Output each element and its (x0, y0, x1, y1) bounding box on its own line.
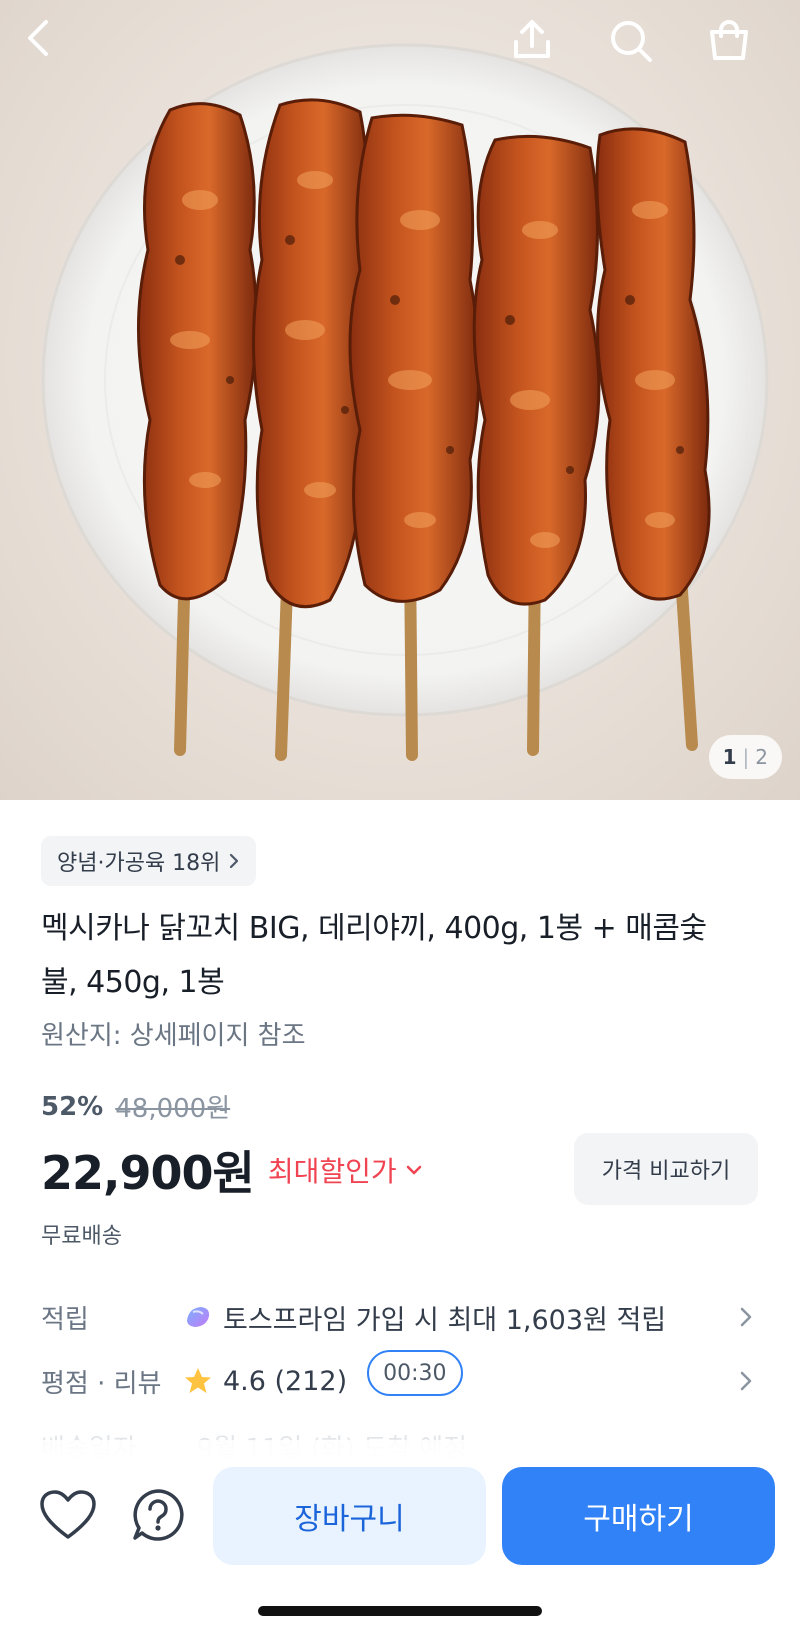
product-photo (41, 43, 769, 761)
max-discount-toggle[interactable]: 최대할인가 (268, 1150, 423, 1190)
rating-review-row[interactable]: 평점 · 리뷰 4.6 (212) 00:30 (41, 1350, 761, 1411)
discount-rate: 52% (41, 1091, 104, 1122)
rating-value: 4.6 (212) (223, 1365, 348, 1397)
max-discount-label: 최대할인가 (267, 1155, 397, 1188)
original-price: 48,000원 (115, 1094, 231, 1124)
toss-prime-icon (187, 1307, 210, 1327)
countdown-timer: 00:30 (367, 1350, 463, 1396)
product-origin: 원산지: 상세페이지 참조 (41, 1021, 306, 1051)
image-counter-current: 1 (722, 745, 737, 769)
shipping-info: 무료배송 (41, 1224, 122, 1249)
product-image[interactable]: 1 | 2 (0, 0, 800, 800)
discount-row: 52% 48,000원 (41, 1088, 230, 1125)
home-indicator (258, 1606, 542, 1616)
star-icon (185, 1368, 211, 1393)
back-icon (28, 20, 48, 56)
heart-icon (40, 1490, 96, 1539)
shopping-bag-icon (710, 20, 748, 60)
points-chevron (731, 1306, 761, 1328)
buy-now-button[interactable]: 구매하기 (502, 1467, 775, 1565)
back-button[interactable] (24, 18, 80, 74)
rating-chevron (731, 1370, 761, 1392)
inquiry-button[interactable] (123, 1480, 193, 1550)
wishlist-button[interactable] (33, 1480, 103, 1550)
share-button[interactable] (510, 18, 566, 74)
cart-icon-button[interactable] (706, 18, 762, 74)
chevron-right-icon (740, 1371, 752, 1391)
share-icon (514, 20, 550, 58)
category-rank-label: 양념·가공육 18위 (57, 851, 221, 876)
image-counter-total: 2 (755, 745, 768, 769)
search-icon (611, 21, 652, 62)
points-value-wrap: 토스프라임 가입 시 최대 1,603원 적립 (183, 1298, 731, 1337)
points-row[interactable]: 적립 토스프라임 가입 시 최대 1,603원 적립 (41, 1287, 761, 1347)
category-rank-chip[interactable]: 양념·가공육 18위 (41, 836, 257, 886)
points-label: 적립 (41, 1304, 89, 1335)
add-to-cart-button[interactable]: 장바구니 (213, 1467, 486, 1565)
rating-value-wrap: 4.6 (212) 00:30 (183, 1350, 731, 1404)
chevron-down-icon (406, 1165, 421, 1175)
rating-label: 평점 · 리뷰 (41, 1368, 162, 1399)
sale-price: 22,900원 (41, 1146, 255, 1200)
price-row: 22,900원 최대할인가 (41, 1138, 423, 1202)
question-icon (133, 1489, 184, 1541)
image-counter-separator: | (742, 745, 750, 769)
search-button[interactable] (608, 18, 664, 74)
compare-price-button[interactable]: 가격 비교하기 (574, 1133, 758, 1205)
image-counter: 1 | 2 (708, 735, 782, 779)
chevron-right-icon (740, 1307, 752, 1327)
product-title: 멕시카나 닭꼬치 BIG, 데리야끼, 400g, 1봉 + 매콤숯불, 450… (41, 911, 707, 1000)
points-value: 토스프라임 가입 시 최대 1,603원 적립 (223, 1304, 667, 1336)
chevron-right-icon (230, 853, 239, 869)
